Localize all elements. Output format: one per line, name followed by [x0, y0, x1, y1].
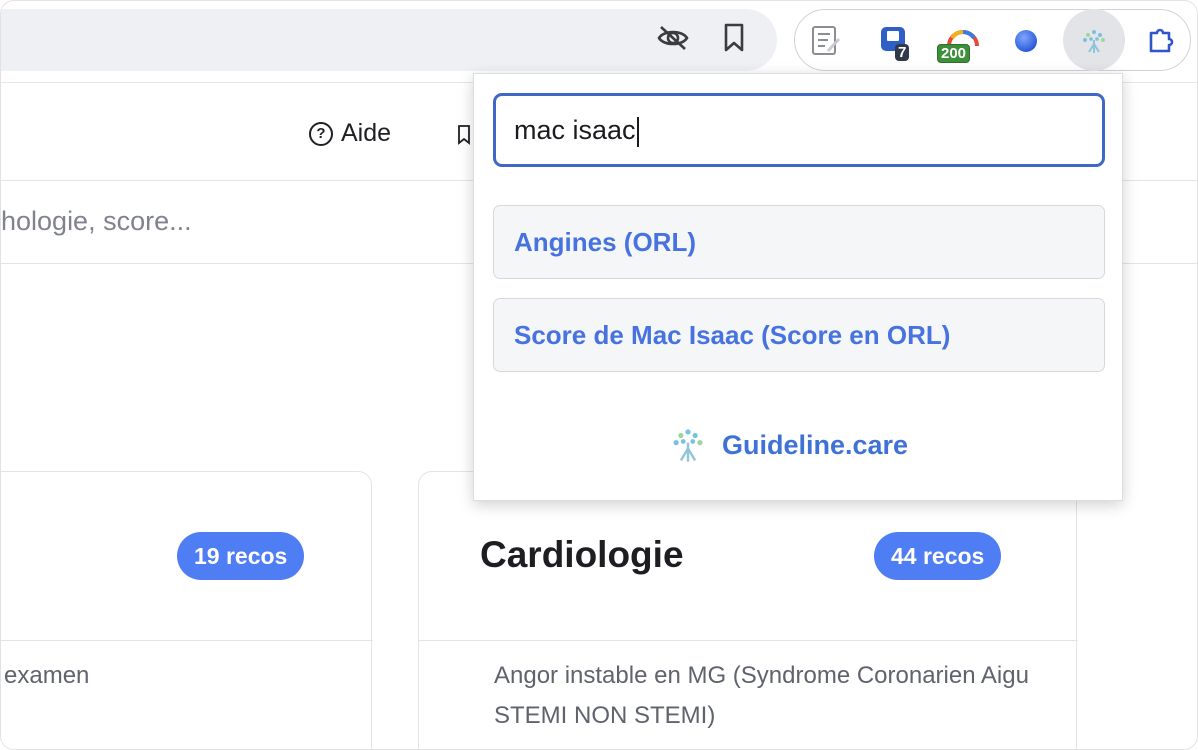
- gauge-icon[interactable]: 200: [937, 20, 987, 63]
- extensions-tray: 7 200: [794, 9, 1191, 71]
- search-result-item[interactable]: Score de Mac Isaac (Score en ORL): [493, 298, 1105, 372]
- guideline-tree-icon: [673, 429, 703, 462]
- browser-toolbar: 7 200: [1, 1, 1197, 83]
- extension-popup: mac isaac Angines (ORL) Score de Mac Isa…: [473, 73, 1123, 501]
- card-title: Cardiologie: [480, 534, 684, 575]
- card-divider: [419, 640, 1078, 641]
- notepad-icon[interactable]: [805, 20, 845, 62]
- brand-name: Guideline.care: [722, 429, 909, 460]
- recos-count-badge: 19 recos: [177, 532, 305, 580]
- gauge-badge: 200: [937, 44, 971, 63]
- brand-link[interactable]: Guideline.care: [670, 426, 908, 464]
- reco-item[interactable]: Angor instable en MG (Syndrome Coronarie…: [494, 656, 1064, 736]
- guideline-tree-icon[interactable]: [1074, 20, 1114, 62]
- bookmark-icon[interactable]: [717, 21, 751, 55]
- specialty-card[interactable]: Cardiologie 44 recos Angor instable en M…: [418, 471, 1078, 749]
- popup-search-value: mac isaac: [514, 115, 636, 145]
- help-label: Aide: [341, 119, 392, 147]
- bookmark-counter-icon[interactable]: 7: [875, 20, 915, 62]
- reco-item[interactable]: examen: [4, 656, 89, 696]
- specialty-card[interactable]: 19 recos examen: [1, 471, 373, 749]
- recos-count-badge: 44 recos: [874, 532, 1002, 580]
- browser-window: 7 200 ? Aide hologie, score... 19 recos …: [0, 0, 1198, 750]
- help-icon: ?: [309, 121, 333, 146]
- card-divider: [1, 640, 373, 641]
- puzzle-icon[interactable]: [1141, 20, 1181, 62]
- bookmark-icon[interactable]: [457, 125, 471, 145]
- popup-search-input[interactable]: mac isaac: [493, 93, 1105, 167]
- search-result-item[interactable]: Angines (ORL): [493, 205, 1105, 279]
- blue-dot-icon[interactable]: [1006, 20, 1046, 62]
- text-caret: [636, 116, 639, 147]
- bookmark-counter-badge: 7: [895, 44, 910, 61]
- search-placeholder: hologie, score...: [1, 206, 192, 236]
- eye-slash-icon[interactable]: [656, 21, 690, 55]
- help-link[interactable]: ? Aide: [309, 119, 391, 148]
